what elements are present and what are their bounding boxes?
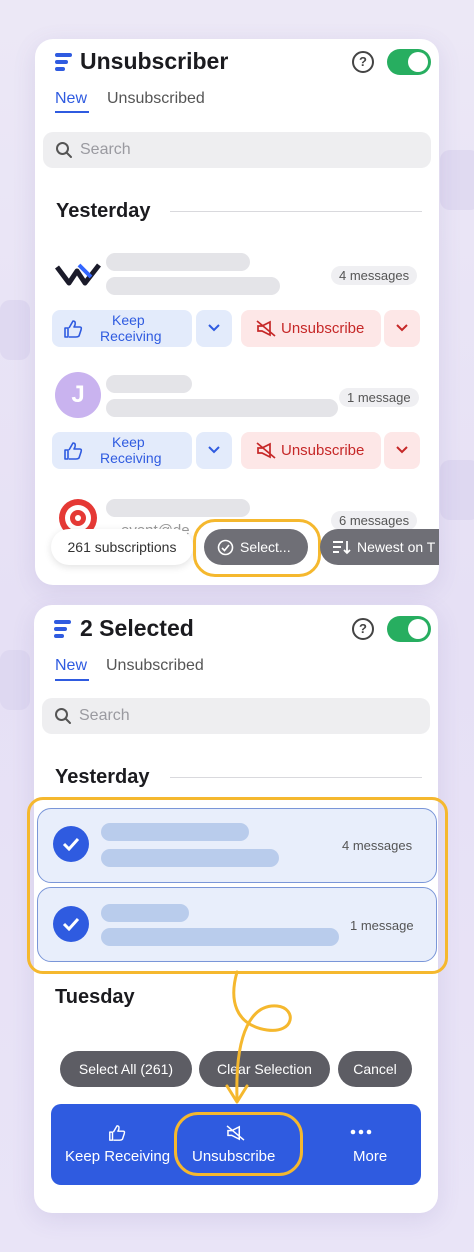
more-icon: [350, 1129, 372, 1135]
cancel-button[interactable]: Cancel: [338, 1051, 412, 1087]
background-decoration: [440, 150, 474, 210]
subscription-count-label: 261 subscriptions: [67, 539, 177, 555]
enable-toggle[interactable]: [387, 616, 431, 642]
more-label: More: [353, 1148, 388, 1165]
tab-active-indicator: [55, 111, 89, 113]
background-decoration: [0, 300, 30, 360]
subscription-count-pill: 261 subscriptions: [51, 529, 193, 565]
search-placeholder: Search: [80, 141, 131, 158]
search-input[interactable]: Search: [42, 698, 430, 734]
menu-icon[interactable]: [55, 53, 72, 74]
chevron-down-icon: [208, 446, 220, 454]
message-count-badge: 1 message: [339, 388, 419, 407]
keep-label-line1: Keep: [112, 434, 145, 450]
section-divider: [170, 211, 422, 212]
help-icon[interactable]: ?: [352, 51, 374, 73]
section-header-yesterday: Yesterday: [56, 200, 151, 222]
more-action[interactable]: More: [326, 1104, 406, 1185]
section-divider: [170, 777, 422, 778]
keep-receiving-action[interactable]: Keep Receiving: [51, 1104, 181, 1185]
highlight-ring: [27, 797, 448, 974]
enable-toggle[interactable]: [387, 49, 431, 75]
check-circle-icon: [217, 539, 234, 556]
search-input[interactable]: Search: [43, 132, 431, 168]
keep-label-line1: Keep: [112, 312, 145, 328]
keep-options-dropdown[interactable]: [196, 310, 232, 347]
unsubscribe-options-dropdown[interactable]: [384, 432, 420, 469]
thumbs-up-icon: [64, 442, 83, 460]
tab-active-indicator: [55, 679, 89, 681]
search-placeholder: Search: [79, 707, 130, 724]
keep-receiving-button[interactable]: Keep Receiving: [52, 310, 192, 347]
sender-email-placeholder: [106, 277, 280, 295]
unsubscribe-button[interactable]: Unsubscribe: [241, 432, 381, 469]
highlight-ring: [174, 1112, 303, 1176]
menu-icon[interactable]: [54, 620, 71, 641]
select-button[interactable]: Select...: [204, 529, 308, 565]
keep-options-dropdown[interactable]: [196, 432, 232, 469]
sender-name-placeholder: [106, 253, 250, 271]
keep-receiving-label: Keep Receiving: [65, 1148, 171, 1165]
message-count-badge: 4 messages: [331, 266, 418, 285]
megaphone-off-icon: [256, 442, 276, 459]
tab-unsubscribed[interactable]: Unsubscribed: [106, 657, 204, 675]
help-icon[interactable]: ?: [352, 618, 374, 640]
sender-name-placeholder: [106, 375, 192, 393]
tab-new[interactable]: New: [55, 657, 87, 675]
keep-label-line2: Receiving: [100, 328, 162, 344]
tab-unsubscribed[interactable]: Unsubscribed: [107, 90, 205, 108]
keep-label-line2: Receiving: [100, 450, 162, 466]
chevron-down-icon: [396, 446, 408, 454]
section-header-tuesday: Tuesday: [55, 986, 135, 1008]
avatar-letter: J: [71, 381, 85, 408]
chevron-down-icon: [208, 324, 220, 332]
cancel-label: Cancel: [353, 1061, 397, 1077]
unsubscriber-screen: Unsubscriber ? New Unsubscribed Search Y…: [35, 39, 439, 585]
select-label: Select...: [240, 539, 291, 555]
select-all-button[interactable]: Select All (261): [60, 1051, 192, 1087]
search-icon: [56, 142, 72, 158]
sort-label: Newest on T: [357, 539, 436, 555]
message-count-badge: 6 messages: [331, 511, 418, 530]
tab-new[interactable]: New: [55, 90, 87, 108]
sender-email-placeholder: [106, 399, 338, 417]
sender-name-placeholder: [106, 499, 250, 517]
megaphone-off-icon: [256, 320, 276, 337]
background-decoration: [440, 460, 474, 520]
section-header-yesterday: Yesterday: [55, 766, 150, 788]
keep-receiving-button[interactable]: Keep Receiving: [52, 432, 192, 469]
thumbs-up-icon: [109, 1125, 126, 1141]
background-decoration: [0, 650, 30, 710]
sender-logo: [55, 263, 101, 286]
chevron-down-icon: [396, 324, 408, 332]
search-icon: [55, 708, 71, 724]
avatar: J: [55, 372, 101, 418]
sort-icon: [333, 541, 351, 555]
page-title: Unsubscriber: [80, 48, 229, 74]
arrow-icon: [225, 970, 292, 1104]
select-all-label: Select All (261): [78, 1061, 174, 1077]
sort-button[interactable]: Newest on T: [320, 529, 439, 565]
unsubscribe-button[interactable]: Unsubscribe: [241, 310, 381, 347]
unsubscribe-label: Unsubscribe: [281, 320, 365, 337]
thumbs-up-icon: [64, 320, 83, 338]
unsubscribe-label: Unsubscribe: [281, 442, 365, 459]
unsubscribe-options-dropdown[interactable]: [384, 310, 420, 347]
page-title: 2 Selected: [80, 615, 194, 641]
